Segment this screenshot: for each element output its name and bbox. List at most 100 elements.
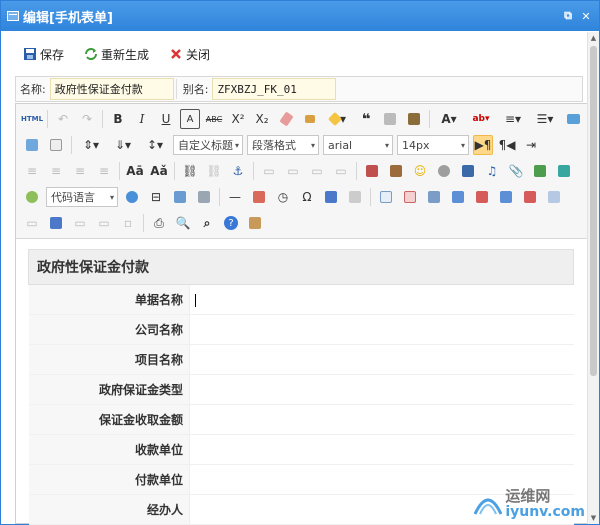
image-icon[interactable] xyxy=(362,161,382,181)
font-size-select[interactable]: 14px ▾ xyxy=(397,135,469,155)
paragraph-spacing-icon[interactable]: ⇓▾ xyxy=(109,135,137,155)
search-replace-icon[interactable] xyxy=(122,187,142,207)
uppercase-icon[interactable]: Aā xyxy=(125,161,145,181)
name-field[interactable]: 政府性保证金付款 xyxy=(49,78,174,100)
image-center-icon[interactable]: ▭ xyxy=(331,161,351,181)
align-justify-icon[interactable]: ≡ xyxy=(94,161,114,181)
restore-icon[interactable]: ⧉ xyxy=(561,9,575,23)
format-brush-icon[interactable] xyxy=(300,109,320,129)
video-icon[interactable] xyxy=(458,161,478,181)
row-spacing-icon[interactable]: ↕▾ xyxy=(141,135,169,155)
gmap-icon[interactable] xyxy=(554,161,574,181)
background-icon[interactable] xyxy=(194,187,214,207)
code-language-select[interactable]: 代码语言 ▾ xyxy=(46,187,118,207)
word-image-icon[interactable] xyxy=(321,187,341,207)
insert-table-icon[interactable] xyxy=(376,187,396,207)
scrawl-icon[interactable] xyxy=(434,161,454,181)
image-right-icon[interactable]: ▭ xyxy=(307,161,327,181)
align-center-icon[interactable]: ≡ xyxy=(46,161,66,181)
save-button[interactable]: 保存 xyxy=(23,46,64,63)
merge-cells-icon[interactable] xyxy=(544,187,564,207)
field-input[interactable] xyxy=(189,404,574,435)
underline-icon[interactable]: U xyxy=(156,109,176,129)
field-input[interactable] xyxy=(189,314,574,345)
delete-table-icon[interactable] xyxy=(400,187,420,207)
heading-select[interactable]: 自定义标题 ▾ xyxy=(173,135,243,155)
field-input[interactable] xyxy=(189,344,574,375)
alias-field[interactable]: ZFXBZJ_FK_01 xyxy=(212,78,337,100)
align-right-icon[interactable]: ≡ xyxy=(70,161,90,181)
merge-right-icon[interactable]: ▭ xyxy=(22,213,42,233)
insert-row-icon[interactable] xyxy=(448,187,468,207)
text-direction-icon[interactable] xyxy=(22,135,42,155)
search-icon[interactable]: ⌕ xyxy=(197,213,217,233)
anchor-icon[interactable]: ⚓ xyxy=(228,161,248,181)
field-input[interactable] xyxy=(189,374,574,405)
split-cols-icon[interactable]: ▫ xyxy=(118,213,138,233)
regenerate-button[interactable]: 重新生成 xyxy=(84,46,149,63)
delete-row-icon[interactable] xyxy=(472,187,492,207)
insert-frame-icon[interactable] xyxy=(22,187,42,207)
date-icon[interactable] xyxy=(249,187,269,207)
font-color-icon[interactable]: A▾ xyxy=(435,109,463,129)
preview-icon[interactable]: 🔍 xyxy=(173,213,193,233)
page-icon[interactable] xyxy=(46,135,66,155)
field-input[interactable] xyxy=(189,434,574,465)
ltr-icon[interactable]: ▶¶ xyxy=(473,135,493,155)
clipboard-icon[interactable] xyxy=(404,109,424,129)
scroll-up-icon[interactable]: ▲ xyxy=(588,32,599,44)
indent-icon[interactable]: ⇥ xyxy=(521,135,541,155)
highlight-icon[interactable]: ab▾ xyxy=(467,109,495,129)
map-icon[interactable] xyxy=(530,161,550,181)
emoticon-icon[interactable]: ☺ xyxy=(410,161,430,181)
blockquote-icon[interactable]: ❝ xyxy=(356,109,376,129)
eraser-icon[interactable] xyxy=(276,109,296,129)
align-left-icon[interactable]: ≡ xyxy=(22,161,42,181)
horizontal-rule-icon[interactable]: — xyxy=(225,187,245,207)
image-left-icon[interactable]: ▭ xyxy=(283,161,303,181)
unlink-icon[interactable]: ⛓ xyxy=(204,161,224,181)
editor-document[interactable]: 政府性保证金付款 单据名称 公司名称 项目名称 政府保证金类型 保证金收取金额 … xyxy=(16,239,594,525)
superscript-icon[interactable]: X² xyxy=(228,109,248,129)
template-icon[interactable] xyxy=(170,187,190,207)
bold-icon[interactable]: B xyxy=(108,109,128,129)
print-icon[interactable]: ⎙ xyxy=(149,213,169,233)
help-icon[interactable]: ? xyxy=(221,213,241,233)
close-button[interactable]: 关闭 xyxy=(169,46,210,63)
multi-image-icon[interactable] xyxy=(386,161,406,181)
wordcount-icon[interactable] xyxy=(345,187,365,207)
undo-icon[interactable]: ↶ xyxy=(53,109,73,129)
insert-caption-icon[interactable] xyxy=(424,187,444,207)
font-border-icon[interactable]: A xyxy=(180,109,200,129)
lowercase-icon[interactable]: Aǎ xyxy=(149,161,169,181)
strikethrough-icon[interactable]: ABC xyxy=(204,109,224,129)
scroll-down-icon[interactable]: ▼ xyxy=(588,512,599,524)
attachment-icon[interactable]: 📎 xyxy=(506,161,526,181)
split-rows-icon[interactable]: ▭ xyxy=(94,213,114,233)
close-window-icon[interactable]: ✕ xyxy=(579,9,593,23)
music-icon[interactable]: ♫ xyxy=(482,161,502,181)
special-char-icon[interactable]: Ω xyxy=(297,187,317,207)
paste-plain-icon[interactable] xyxy=(380,109,400,129)
delete-column-icon[interactable] xyxy=(520,187,540,207)
fullscreen-icon[interactable] xyxy=(563,109,583,129)
split-cells-icon[interactable]: ▭ xyxy=(70,213,90,233)
italic-icon[interactable]: I xyxy=(132,109,152,129)
merge-down-icon[interactable] xyxy=(46,213,66,233)
page-break-icon[interactable]: ⊟ xyxy=(146,187,166,207)
subscript-icon[interactable]: X₂ xyxy=(252,109,272,129)
auto-format-icon[interactable]: ▾ xyxy=(324,109,352,129)
line-height-icon[interactable]: ⇕▾ xyxy=(77,135,105,155)
paragraph-select[interactable]: 段落格式 ▾ xyxy=(247,135,319,155)
drafts-icon[interactable] xyxy=(245,213,265,233)
vertical-scrollbar[interactable]: ▲ ▼ xyxy=(587,32,599,524)
html-source-icon[interactable]: HTML xyxy=(21,109,43,129)
link-icon[interactable]: ⛓ xyxy=(180,161,200,181)
time-icon[interactable]: ◷ xyxy=(273,187,293,207)
field-input[interactable] xyxy=(189,284,574,315)
insert-column-icon[interactable] xyxy=(496,187,516,207)
scrollbar-thumb[interactable] xyxy=(590,46,597,376)
image-none-icon[interactable]: ▭ xyxy=(259,161,279,181)
redo-icon[interactable]: ↷ xyxy=(77,109,97,129)
unordered-list-icon[interactable]: ☰▾ xyxy=(531,109,559,129)
